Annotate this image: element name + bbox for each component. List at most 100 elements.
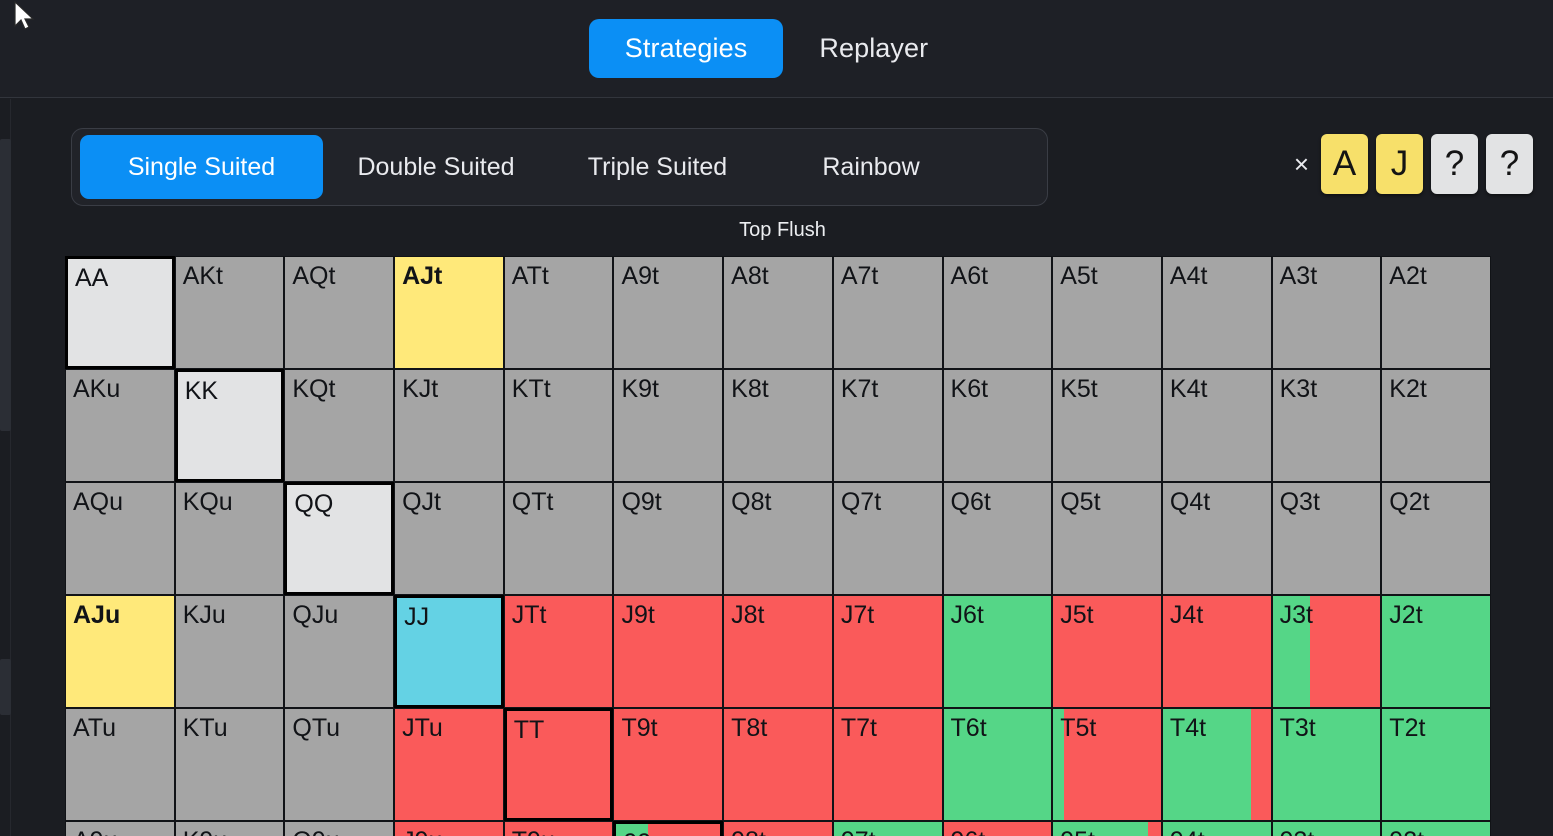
hand-cell-aqt[interactable]: AQt [284, 256, 395, 369]
hand-cell-t9t[interactable]: T9t [613, 708, 724, 821]
hand-cell-q9u[interactable]: Q9u [284, 821, 395, 836]
hand-card-slot-1[interactable]: A [1321, 134, 1368, 194]
hand-cell-k2t[interactable]: K2t [1381, 369, 1491, 482]
vertical-scrollbar-track[interactable] [0, 99, 11, 836]
vertical-scrollbar-thumb[interactable] [0, 139, 11, 431]
hand-cell-a9t[interactable]: A9t [613, 256, 724, 369]
filter-triple-suited[interactable]: Triple Suited [549, 135, 766, 199]
vertical-scrollbar-thumb-secondary[interactable] [0, 659, 11, 715]
hand-cell-a5t[interactable]: A5t [1052, 256, 1162, 369]
hand-cell-t5t[interactable]: T5t [1052, 708, 1162, 821]
hand-cell-k6t[interactable]: K6t [942, 369, 1053, 482]
hand-cell-k9t[interactable]: K9t [613, 369, 724, 482]
hand-card-slot-3[interactable]: ? [1431, 134, 1478, 194]
times-icon[interactable]: × [1294, 151, 1309, 177]
hand-cell-k9u[interactable]: K9u [174, 821, 285, 836]
hand-cell-a2t[interactable]: A2t [1381, 256, 1491, 369]
hand-cell-k3t[interactable]: K3t [1271, 369, 1382, 482]
hand-cell-atu[interactable]: ATu [65, 708, 175, 821]
hand-cell-label: T5t [1060, 714, 1097, 742]
hand-cell-tt[interactable]: TT [503, 708, 614, 821]
hand-cell-a6t[interactable]: A6t [942, 256, 1053, 369]
hand-cell-94t[interactable]: 94t [1161, 821, 1272, 836]
hand-cell-96t[interactable]: 96t [942, 821, 1053, 836]
hand-cell-j2t[interactable]: J2t [1381, 595, 1491, 708]
hand-cell-j5t[interactable]: J5t [1052, 595, 1162, 708]
hand-cell-t6t[interactable]: T6t [942, 708, 1053, 821]
hand-cell-j8t[interactable]: J8t [723, 595, 833, 708]
hand-cell-k4t[interactable]: K4t [1161, 369, 1272, 482]
hand-cell-92t[interactable]: 92t [1381, 821, 1491, 836]
hand-cell-a3t[interactable]: A3t [1271, 256, 1382, 369]
hand-cell-qtu[interactable]: QTu [284, 708, 395, 821]
hand-cell-97t[interactable]: 97t [832, 821, 943, 836]
filter-double-suited[interactable]: Double Suited [323, 135, 549, 199]
filter-rainbow[interactable]: Rainbow [766, 135, 976, 199]
hand-cell-k7t[interactable]: K7t [832, 369, 943, 482]
hand-cell-kqu[interactable]: KQu [174, 482, 285, 595]
hand-cell-99[interactable]: 99 [613, 821, 724, 836]
hand-cell-j7t[interactable]: J7t [832, 595, 943, 708]
hand-cell-ktt[interactable]: KTt [503, 369, 614, 482]
hand-cell-j9u[interactable]: J9u [394, 821, 504, 836]
hand-card-slot-4[interactable]: ? [1486, 134, 1533, 194]
hand-cell-label: Q9t [621, 488, 662, 516]
hand-cell-k5t[interactable]: K5t [1052, 369, 1162, 482]
hand-cell-qq[interactable]: QQ [284, 482, 395, 595]
hand-cell-label: A2t [1389, 262, 1427, 290]
hand-cell-k8t[interactable]: K8t [723, 369, 833, 482]
hand-cell-att[interactable]: ATt [503, 256, 614, 369]
filter-single-suited[interactable]: Single Suited [80, 135, 323, 199]
hand-cell-kqt[interactable]: KQt [284, 369, 395, 482]
hand-cell-q2t[interactable]: Q2t [1381, 482, 1491, 595]
hand-cell-t8t[interactable]: T8t [723, 708, 833, 821]
hand-cell-j4t[interactable]: J4t [1161, 595, 1272, 708]
hand-cell-q4t[interactable]: Q4t [1161, 482, 1272, 595]
tab-strategies[interactable]: Strategies [588, 19, 784, 78]
hand-cell-a8t[interactable]: A8t [723, 256, 833, 369]
hand-cell-aa[interactable]: AA [65, 256, 175, 369]
hand-cell-j9t[interactable]: J9t [613, 595, 724, 708]
strategies-page: Single Suited Double Suited Triple Suite… [12, 99, 1553, 836]
hand-cell-label: QJu [292, 601, 339, 629]
hand-cell-kju[interactable]: KJu [174, 595, 285, 708]
hand-cell-a4t[interactable]: A4t [1161, 256, 1272, 369]
hand-cell-label: J5t [1060, 601, 1094, 629]
hand-cell-t2t[interactable]: T2t [1381, 708, 1491, 821]
hand-cell-aqu[interactable]: AQu [65, 482, 175, 595]
hand-cell-qtt[interactable]: QTt [503, 482, 614, 595]
hand-cell-t4t[interactable]: T4t [1161, 708, 1272, 821]
hand-cell-t7t[interactable]: T7t [832, 708, 943, 821]
hand-cell-j6t[interactable]: J6t [942, 595, 1053, 708]
hand-cell-95t[interactable]: 95t [1052, 821, 1162, 836]
hand-cell-jtu[interactable]: JTu [394, 708, 504, 821]
hand-cell-jtt[interactable]: JTt [503, 595, 614, 708]
hand-cell-label: J4t [1169, 601, 1204, 629]
hand-cell-akt[interactable]: AKt [174, 256, 285, 369]
hand-cell-kjt[interactable]: KJt [394, 369, 504, 482]
hand-cell-t3t[interactable]: T3t [1271, 708, 1382, 821]
hand-cell-q5t[interactable]: Q5t [1052, 482, 1162, 595]
hand-cell-label: A3t [1279, 262, 1318, 290]
tab-replayer[interactable]: Replayer [783, 19, 964, 78]
hand-cell-t9u[interactable]: T9u [503, 821, 614, 836]
hand-cell-a9u[interactable]: A9u [65, 821, 175, 836]
hand-cell-aku[interactable]: AKu [65, 369, 175, 482]
hand-cell-98t[interactable]: 98t [723, 821, 833, 836]
hand-cell-j3t[interactable]: J3t [1271, 595, 1382, 708]
hand-cell-q7t[interactable]: Q7t [832, 482, 943, 595]
hand-card-slot-2[interactable]: J [1376, 134, 1423, 194]
hand-cell-93t[interactable]: 93t [1271, 821, 1382, 836]
hand-cell-jj[interactable]: JJ [394, 595, 504, 708]
hand-cell-qjt[interactable]: QJt [394, 482, 504, 595]
hand-cell-q9t[interactable]: Q9t [613, 482, 724, 595]
hand-cell-qju[interactable]: QJu [284, 595, 395, 708]
hand-cell-q6t[interactable]: Q6t [942, 482, 1053, 595]
hand-cell-ktu[interactable]: KTu [174, 708, 285, 821]
hand-cell-kk[interactable]: KK [174, 369, 285, 482]
hand-cell-q3t[interactable]: Q3t [1271, 482, 1382, 595]
hand-cell-a7t[interactable]: A7t [832, 256, 943, 369]
hand-cell-q8t[interactable]: Q8t [723, 482, 833, 595]
hand-cell-aju[interactable]: AJu [65, 595, 175, 708]
hand-cell-ajt[interactable]: AJt [394, 256, 504, 369]
